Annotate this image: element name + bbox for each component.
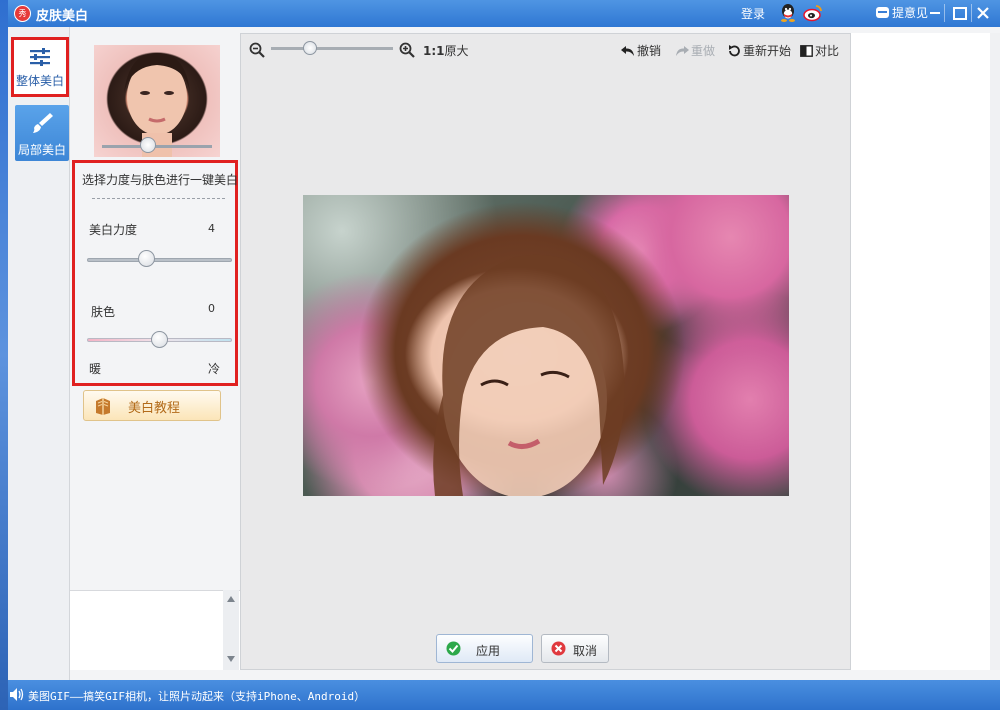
restart-icon [729, 44, 740, 56]
compare-button[interactable]: 对比 [800, 42, 839, 59]
minimize-button[interactable] [926, 4, 944, 22]
feedback-button[interactable]: 提意见 [876, 4, 928, 21]
login-link[interactable]: 登录 [741, 5, 765, 22]
title-bar: 秀 皮肤美白 登录 提意见 [8, 0, 1000, 27]
title-bar-separator [944, 4, 945, 22]
whitening-strength-slider[interactable] [87, 258, 232, 262]
title-bar-separator [971, 4, 972, 22]
whitening-tutorial-button[interactable]: 美白教程 [83, 390, 221, 421]
hint-divider [92, 198, 225, 199]
cancel-button[interactable]: 取消 [541, 634, 609, 663]
desktop-background [0, 0, 8, 710]
canvas-toolbar: 1:1原大 撤销 重做 重新开始 对比 [241, 34, 850, 64]
cancel-label: 取消 [573, 644, 598, 658]
skin-warm-label: 暖 [89, 362, 102, 376]
skin-tone-thumb[interactable] [151, 331, 168, 348]
portrait-photo-image [433, 254, 625, 496]
right-panel [851, 33, 990, 670]
window-title: 皮肤美白 [36, 9, 89, 24]
cancel-icon [551, 641, 566, 656]
actual-size-button[interactable]: 1:1原大 [423, 42, 469, 59]
preview-thumbnail [94, 45, 220, 157]
whitening-strength-label: 美白力度 [89, 223, 138, 237]
zoom-slider[interactable] [271, 47, 393, 50]
status-ad-link[interactable]: 美图GIF——搞笑GIF相机，让照片动起来（支持iPhone、Android） [28, 688, 365, 704]
preview-slider-track[interactable] [102, 145, 212, 148]
undo-button[interactable]: 撤销 [621, 42, 661, 59]
speaker-icon [10, 688, 24, 701]
mode-whole-whitening[interactable]: 整体美白 [11, 37, 69, 97]
mode-local-label: 局部美白 [17, 143, 66, 157]
maximize-button[interactable] [950, 4, 968, 22]
undo-label: 撤销 [637, 44, 662, 58]
whitening-settings-box: 选择力度与肤色进行一键美白 美白力度 4 肤色 0 暖 冷 [72, 160, 238, 386]
skin-tone-value: 0 [208, 302, 215, 315]
whitening-strength-thumb[interactable] [138, 250, 156, 267]
scroll-down-arrow-icon[interactable] [227, 656, 235, 662]
apply-button[interactable]: 应用 [436, 634, 533, 663]
restart-button[interactable]: 重新开始 [728, 42, 791, 59]
edited-photo[interactable] [303, 195, 789, 496]
close-icon [977, 7, 989, 19]
sliders-icon [30, 48, 50, 66]
restart-label: 重新开始 [743, 44, 792, 58]
mode-local-whitening[interactable]: 局部美白 [15, 105, 69, 161]
compare-icon [800, 44, 813, 57]
close-button[interactable] [974, 4, 992, 22]
right-scrollbar[interactable] [990, 33, 1000, 670]
qq-icon[interactable] [779, 3, 797, 23]
skin-cool-label: 冷 [208, 362, 221, 376]
canvas-panel: 1:1原大 撤销 重做 重新开始 对比 应用 取消 [240, 33, 851, 670]
book-icon [96, 398, 110, 415]
face-preview-image [124, 53, 190, 157]
app-window: 秀 皮肤美白 登录 提意见 整体美白 局部美白 选择力度与肤色进行一键美白 美白… [8, 0, 1000, 710]
speech-bubble-icon [876, 7, 889, 18]
preview-slider-thumb[interactable] [139, 137, 156, 153]
status-bar: 美图GIF——搞笑GIF相机，让照片动起来（支持iPhone、Android） [8, 680, 1000, 710]
zoom-slider-thumb[interactable] [303, 41, 318, 55]
undo-icon [621, 45, 634, 56]
tutorial-label: 美白教程 [128, 401, 181, 416]
mode-whole-label: 整体美白 [15, 74, 64, 88]
history-list[interactable] [70, 590, 240, 670]
redo-icon [676, 45, 689, 56]
compare-label: 对比 [815, 44, 840, 58]
zoom-in-icon[interactable] [399, 42, 415, 58]
whitening-strength-value: 4 [208, 222, 215, 235]
redo-label: 重做 [691, 44, 716, 58]
scroll-up-arrow-icon[interactable] [227, 596, 235, 602]
zoom-out-icon[interactable] [249, 42, 265, 58]
whitening-hint: 选择力度与肤色进行一键美白 [82, 173, 239, 187]
settings-panel: 选择力度与肤色进行一键美白 美白力度 4 肤色 0 暖 冷 美白教程 [70, 27, 240, 680]
weibo-icon[interactable] [803, 3, 823, 23]
mode-bar: 整体美白 局部美白 [8, 27, 70, 680]
history-scrollbar[interactable] [223, 590, 239, 670]
feedback-label: 提意见 [892, 6, 929, 20]
brush-icon [33, 113, 53, 133]
check-icon [446, 641, 461, 656]
redo-button[interactable]: 重做 [675, 42, 715, 59]
skin-tone-label: 肤色 [91, 305, 116, 319]
actual-size-label: 原大 [444, 44, 469, 58]
apply-label: 应用 [476, 644, 501, 658]
app-logo-icon: 秀 [14, 5, 31, 22]
actual-size-ratio: 1:1 [423, 44, 445, 58]
